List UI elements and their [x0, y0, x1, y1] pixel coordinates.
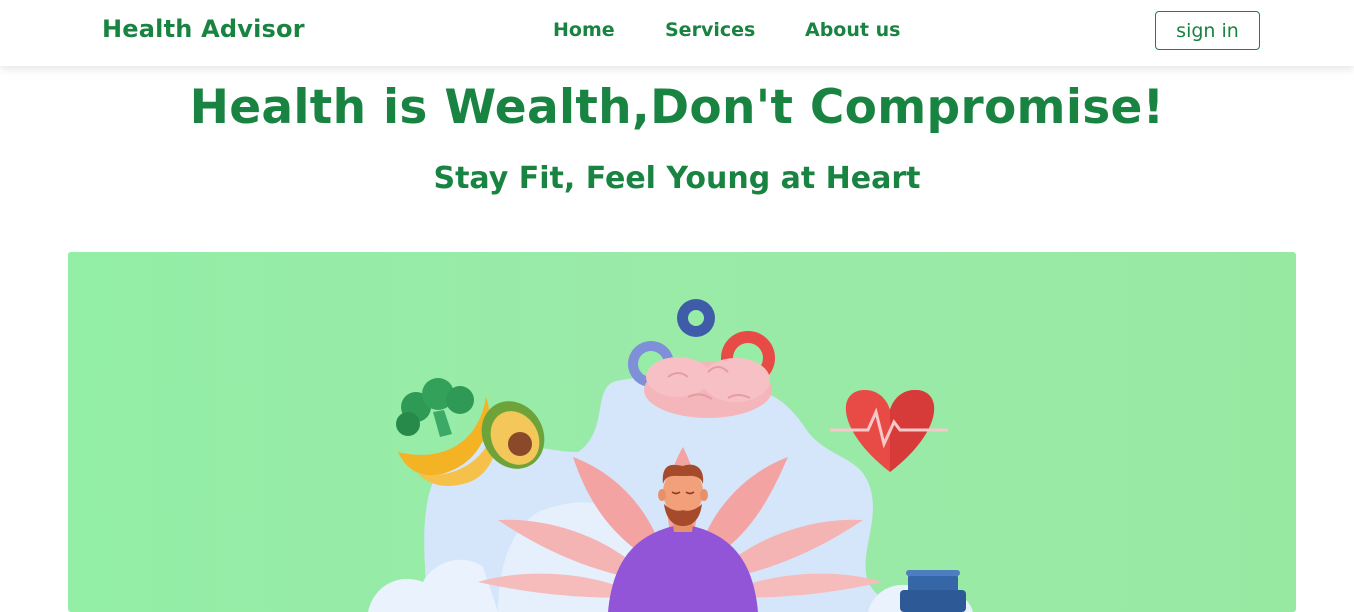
sign-in-button[interactable]: sign in: [1155, 11, 1260, 50]
nav-link-about-us[interactable]: About us: [805, 19, 900, 41]
broccoli-icon: [396, 378, 474, 437]
brand-logo[interactable]: Health Advisor: [102, 15, 305, 43]
water-bottle-icon: [900, 570, 966, 612]
navbar: Health Advisor Home Services About us si…: [0, 0, 1354, 66]
hero-banner: [68, 252, 1296, 612]
nav-link-services[interactable]: Services: [665, 19, 755, 41]
brain-icon: [644, 357, 772, 418]
wellness-illustration: [368, 299, 973, 612]
hero-subtitle: Stay Fit, Feel Young at Heart: [433, 161, 921, 196]
heart-pulse-icon: [830, 389, 948, 472]
nav-link-home[interactable]: Home: [553, 19, 615, 41]
hero-title: Health is Wealth,Don't Compromise!: [189, 80, 1165, 135]
